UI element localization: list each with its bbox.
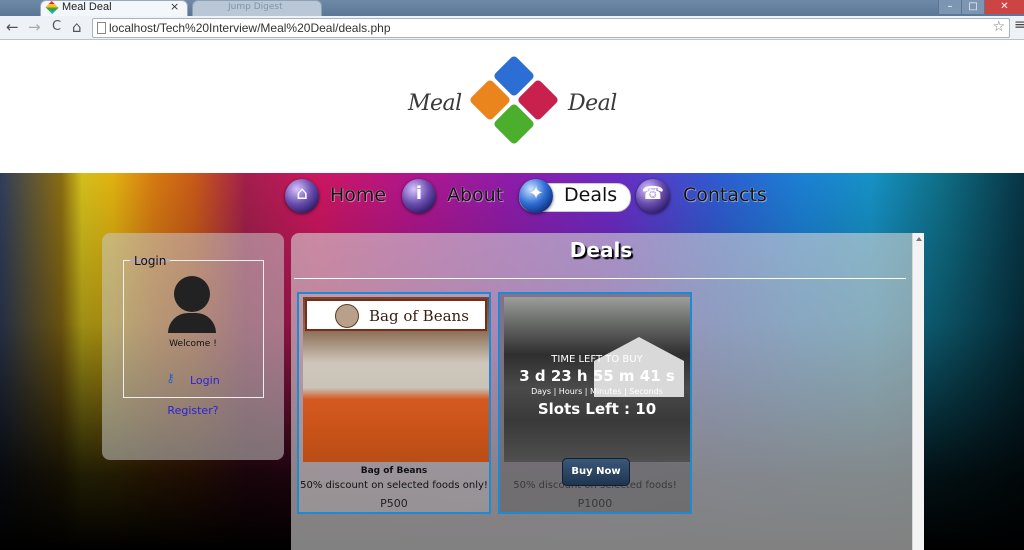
countdown-label: TIME LEFT TO BUY (551, 354, 643, 365)
brand-banner: Bag of Beans (305, 299, 487, 331)
deal-card[interactable]: Bag of Beans Bag of Beans 50% discount o… (297, 292, 491, 514)
page-title: Deals (569, 238, 633, 262)
nav-label-about: About (447, 184, 504, 206)
browser-chrome: Meal Deal × Jump Digest – □ ✕ ← → C ⌂ lo… (0, 0, 1024, 40)
nav-label-deals: Deals (564, 184, 618, 206)
title-divider (294, 278, 906, 279)
avatar-icon (174, 276, 210, 312)
brand-text: Bag of Beans (369, 307, 469, 325)
countdown-overlay: TIME LEFT TO BUY 3 d 23 h 55 m 41 s Days… (504, 354, 690, 420)
bookmark-star-icon[interactable]: ☆ (992, 19, 1005, 35)
site-logo[interactable]: Meal Deal (408, 54, 620, 161)
window-controls: – □ ✕ (938, 0, 1024, 14)
deal-description: 50% discount on selected foods only! (300, 480, 488, 491)
deals-icon: ✦ (519, 179, 553, 213)
brand-badge-icon (335, 304, 359, 328)
forward-icon[interactable]: → (28, 18, 41, 36)
register-link[interactable]: Register? (102, 404, 284, 417)
tab-strip: Meal Deal × Jump Digest – □ ✕ (0, 0, 1024, 16)
home-browser-icon[interactable]: ⌂ (72, 18, 82, 36)
countdown-units: Days | Hours | Minutes | Seconds (531, 387, 663, 396)
info-icon: i (402, 179, 436, 213)
home-icon: ⌂ (285, 179, 319, 213)
deal-card[interactable]: Ar...ast 50% discount on selected foods!… (498, 292, 692, 514)
browser-toolbar: ← → C ⌂ localhost/Tech%20Interview/Meal%… (0, 16, 1024, 40)
minimize-button[interactable]: – (938, 0, 961, 14)
logo-text-right: Deal (568, 91, 617, 116)
nav-item-contacts[interactable]: ☎ Contacts (636, 177, 776, 215)
tab-title: Meal Deal (62, 1, 112, 13)
countdown-value: 3 d 23 h 55 m 41 s (519, 367, 675, 385)
login-panel: Login Welcome ! ⚷ Login Register? (102, 233, 284, 460)
nav-item-home[interactable]: ⌂ Home (283, 177, 387, 215)
logo-text-left: Meal (408, 91, 462, 116)
reload-icon[interactable]: C (52, 19, 61, 34)
address-bar[interactable]: localhost/Tech%20Interview/Meal%20Deal/d… (92, 18, 1010, 38)
deal-image: Bag of Beans (303, 297, 489, 462)
login-legend: Login (134, 254, 167, 268)
tab-inactive-title: Jump Digest (228, 2, 283, 12)
nav-item-about[interactable]: i About (400, 177, 510, 215)
back-icon[interactable]: ← (6, 18, 19, 36)
scrollbar[interactable] (912, 233, 924, 550)
close-window-button[interactable]: ✕ (984, 0, 1024, 14)
browser-menu-icon[interactable]: ≡ (1014, 17, 1024, 33)
url-text: localhost/Tech%20Interview/Meal%20Deal/d… (109, 21, 391, 35)
buy-now-button[interactable]: Buy Now (562, 458, 630, 486)
scroll-up-icon[interactable] (916, 237, 922, 241)
welcome-text: Welcome ! (169, 339, 217, 349)
nav-item-deals[interactable]: ✦ Deals (519, 177, 631, 215)
nav-label-contacts: Contacts (683, 184, 767, 206)
deal-price: P500 (380, 497, 408, 510)
phone-icon: ☎ (636, 179, 670, 213)
maximize-button[interactable]: □ (961, 0, 984, 14)
page-icon (97, 22, 106, 34)
tab-close-icon[interactable]: × (170, 0, 179, 13)
nav-label-home: Home (330, 184, 387, 206)
slots-left: Slots Left : 10 (537, 400, 657, 418)
deal-price: P1000 (577, 497, 613, 510)
key-icon: ⚷ (166, 371, 175, 385)
login-link[interactable]: Login (190, 374, 220, 387)
deal-name: Bag of Beans (360, 466, 428, 476)
